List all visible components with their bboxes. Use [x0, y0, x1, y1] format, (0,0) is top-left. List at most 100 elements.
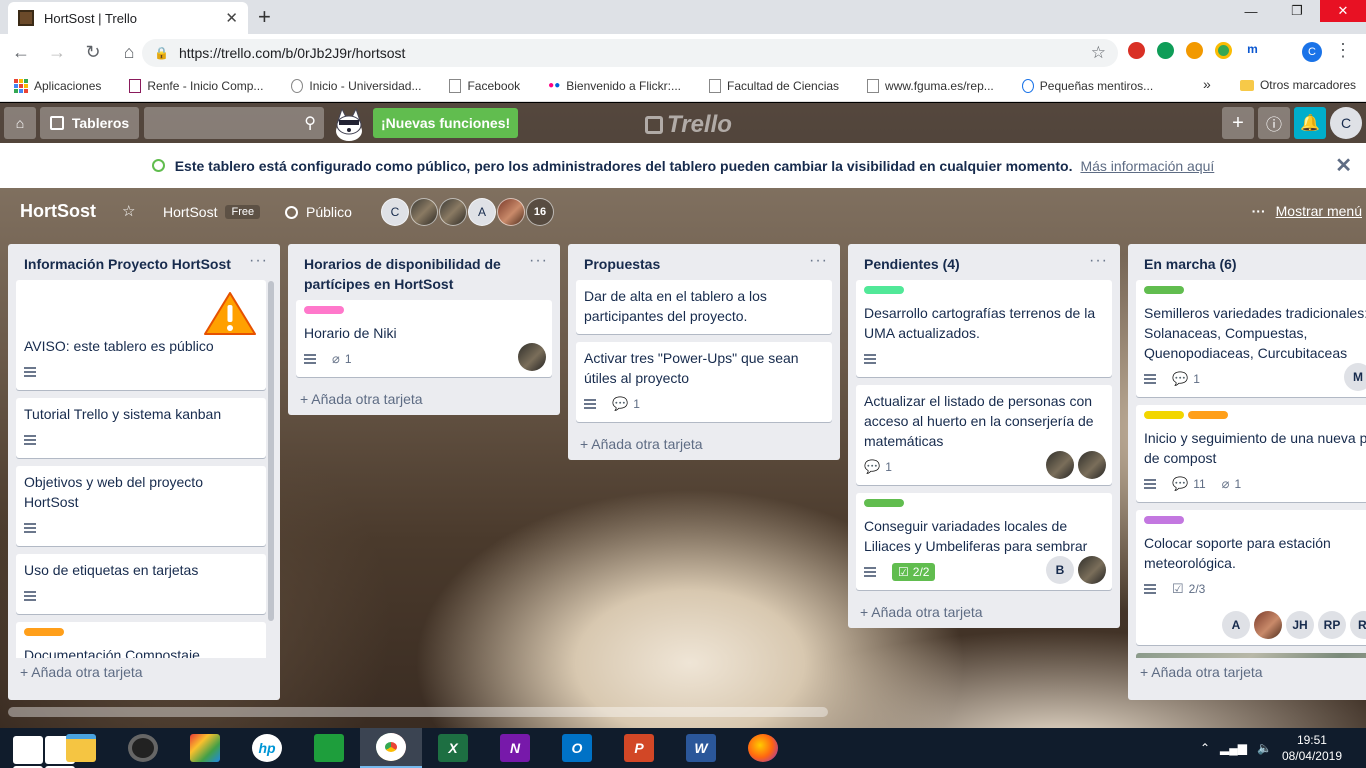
browser-menu-icon[interactable]: ⋮ [1334, 40, 1352, 61]
taskbar-chrome[interactable] [360, 728, 422, 768]
taskbar-camera[interactable] [112, 728, 174, 768]
taskbar-store[interactable] [298, 728, 360, 768]
member-avatar[interactable] [518, 343, 546, 371]
tray-overflow-icon[interactable]: ⌃ [1200, 741, 1210, 755]
back-icon[interactable]: ← [6, 42, 36, 63]
taskbar-excel[interactable]: X [422, 728, 484, 768]
member-avatar[interactable] [439, 198, 467, 226]
card[interactable]: Inicio y seguimiento de una nueva pila d… [1136, 405, 1366, 502]
taskbar-explorer[interactable] [50, 728, 112, 768]
member-avatar[interactable] [1078, 451, 1106, 479]
add-card-button[interactable]: + Añada otra tarjeta [848, 598, 1120, 628]
home-button[interactable]: ⌂ [4, 107, 36, 139]
member-avatar[interactable]: RP [1318, 611, 1346, 639]
bookmark-renfe[interactable]: Renfe - Inicio Comp... [129, 78, 263, 93]
list-title[interactable]: Información Proyecto HortSost [8, 244, 280, 280]
member-avatar[interactable]: M [1344, 363, 1366, 391]
card[interactable]: AVISO: este tablero es público [16, 280, 266, 390]
bookmark-facultad[interactable]: Facultad de Ciencias [708, 78, 839, 93]
taskbar-word[interactable]: W [670, 728, 732, 768]
search-input[interactable]: ⚲ [144, 107, 324, 139]
list-menu-icon[interactable]: ··· [529, 252, 548, 270]
extension-green-icon[interactable] [1157, 42, 1174, 59]
new-features-button[interactable]: ¡Nuevas funciones! [373, 108, 519, 138]
card[interactable]: Uso de etiquetas en tarjetas [16, 554, 266, 614]
network-icon[interactable]: ▂▄▆ [1220, 741, 1247, 755]
star-icon[interactable]: ☆ [122, 202, 135, 220]
forward-icon[interactable]: → [42, 42, 72, 63]
list-title[interactable]: Propuestas [568, 244, 840, 280]
taskbar-firefox[interactable] [732, 728, 794, 768]
team-button[interactable]: HortSost Free [163, 204, 261, 220]
trello-logo[interactable]: Trello [645, 111, 732, 139]
member-avatar[interactable] [1078, 556, 1106, 584]
other-bookmarks[interactable]: Otros marcadores [1239, 78, 1356, 92]
member-avatar[interactable] [410, 198, 438, 226]
member-avatar[interactable]: A [1222, 611, 1250, 639]
address-bar[interactable]: 🔒 https://trello.com/b/0rJb2J9r/hortsost… [142, 39, 1118, 67]
home-icon[interactable]: ⌂ [114, 42, 144, 63]
close-icon[interactable]: ✕ [1335, 153, 1352, 178]
bookmark-facebook[interactable]: Facebook [449, 78, 520, 93]
new-tab-icon[interactable]: + [258, 4, 271, 30]
list-menu-icon[interactable]: ··· [809, 252, 828, 270]
card[interactable]: Actualizar el listado de personas con ac… [856, 385, 1112, 485]
tab-close-icon[interactable]: ✕ [225, 9, 238, 27]
add-card-button[interactable]: + Añada otra tarjeta [8, 658, 280, 688]
card-cover-image[interactable] [1136, 653, 1366, 658]
board-horizontal-scrollbar[interactable] [8, 707, 828, 717]
card[interactable]: Horario de Niki ⌀ 1 [296, 300, 552, 377]
member-avatar[interactable] [497, 198, 525, 226]
maximize-icon[interactable]: ❐ [1274, 0, 1320, 22]
card[interactable]: Dar de alta en el tablero a los particip… [576, 280, 832, 334]
start-button[interactable] [0, 728, 75, 768]
add-card-button[interactable]: + Añada otra tarjeta [1128, 658, 1366, 688]
notifications-bell-icon[interactable]: 🔔 [1294, 107, 1326, 139]
list-title[interactable]: Pendientes (4) [848, 244, 1120, 280]
bookmark-universidad[interactable]: Inicio - Universidad... [291, 78, 421, 93]
member-avatar[interactable]: C [381, 198, 409, 226]
member-avatar[interactable]: A [468, 198, 496, 226]
member-avatar[interactable]: JH [1286, 611, 1314, 639]
volume-icon[interactable]: 🔈 [1257, 741, 1272, 755]
card[interactable]: Documentación Compostaje [16, 622, 266, 658]
bookmark-mentiros[interactable]: Pequeñas mentiros... [1021, 78, 1153, 93]
list-menu-icon[interactable]: ··· [1089, 252, 1108, 270]
card[interactable]: Objetivos y web del proyecto HortSost [16, 466, 266, 546]
bookmarks-more-button[interactable]: » [1203, 76, 1211, 92]
list-menu-icon[interactable]: ··· [249, 252, 268, 270]
show-menu-button[interactable]: ··· Mostrar menú [1252, 203, 1362, 219]
visibility-button[interactable]: Público [285, 204, 352, 220]
user-avatar[interactable]: C [1330, 107, 1362, 139]
member-avatar[interactable]: B [1046, 556, 1074, 584]
list-scrollbar[interactable] [268, 281, 274, 621]
add-icon[interactable]: + [1222, 107, 1254, 139]
card[interactable]: Colocar soporte para estación meteorológ… [1136, 510, 1366, 645]
card[interactable]: Activar tres "Power-Ups" que sean útiles… [576, 342, 832, 422]
bookmark-apps[interactable]: Aplicaciones [14, 78, 101, 93]
extension-adblock-icon[interactable] [1128, 42, 1145, 59]
taskbar-outlook[interactable]: O [546, 728, 608, 768]
add-card-button[interactable]: + Añada otra tarjeta [288, 385, 560, 415]
extension-globe-icon[interactable] [1215, 42, 1232, 59]
card[interactable]: Desarrollo cartografías terrenos de la U… [856, 280, 1112, 377]
info-icon[interactable]: ⓘ [1258, 107, 1290, 139]
board-title[interactable]: HortSost [20, 201, 96, 222]
member-count-badge[interactable]: 16 [526, 198, 554, 226]
taskbar-hp[interactable]: hp [236, 728, 298, 768]
clock[interactable]: 19:51 08/04/2019 [1282, 732, 1342, 764]
more-info-link[interactable]: Más información aquí [1080, 158, 1214, 174]
profile-avatar[interactable]: C [1302, 42, 1322, 62]
minimize-icon[interactable]: — [1228, 0, 1274, 22]
member-avatar[interactable] [1046, 451, 1074, 479]
taskbar-onenote[interactable]: N [484, 728, 546, 768]
member-avatar[interactable]: RI [1350, 611, 1366, 639]
extension-feed-icon[interactable] [1186, 42, 1203, 59]
boards-button[interactable]: Tableros [40, 107, 139, 139]
list-title[interactable]: Horarios de disponibilidad de partícipes… [288, 244, 560, 300]
taskbar-powerpoint[interactable]: P [608, 728, 670, 768]
browser-tab[interactable]: HortSost | Trello ✕ [8, 2, 248, 34]
card[interactable]: Conseguir variadades locales de Liliaces… [856, 493, 1112, 590]
close-window-icon[interactable]: ✕ [1320, 0, 1366, 22]
bookmark-fguma[interactable]: www.fguma.es/rep... [867, 78, 994, 93]
